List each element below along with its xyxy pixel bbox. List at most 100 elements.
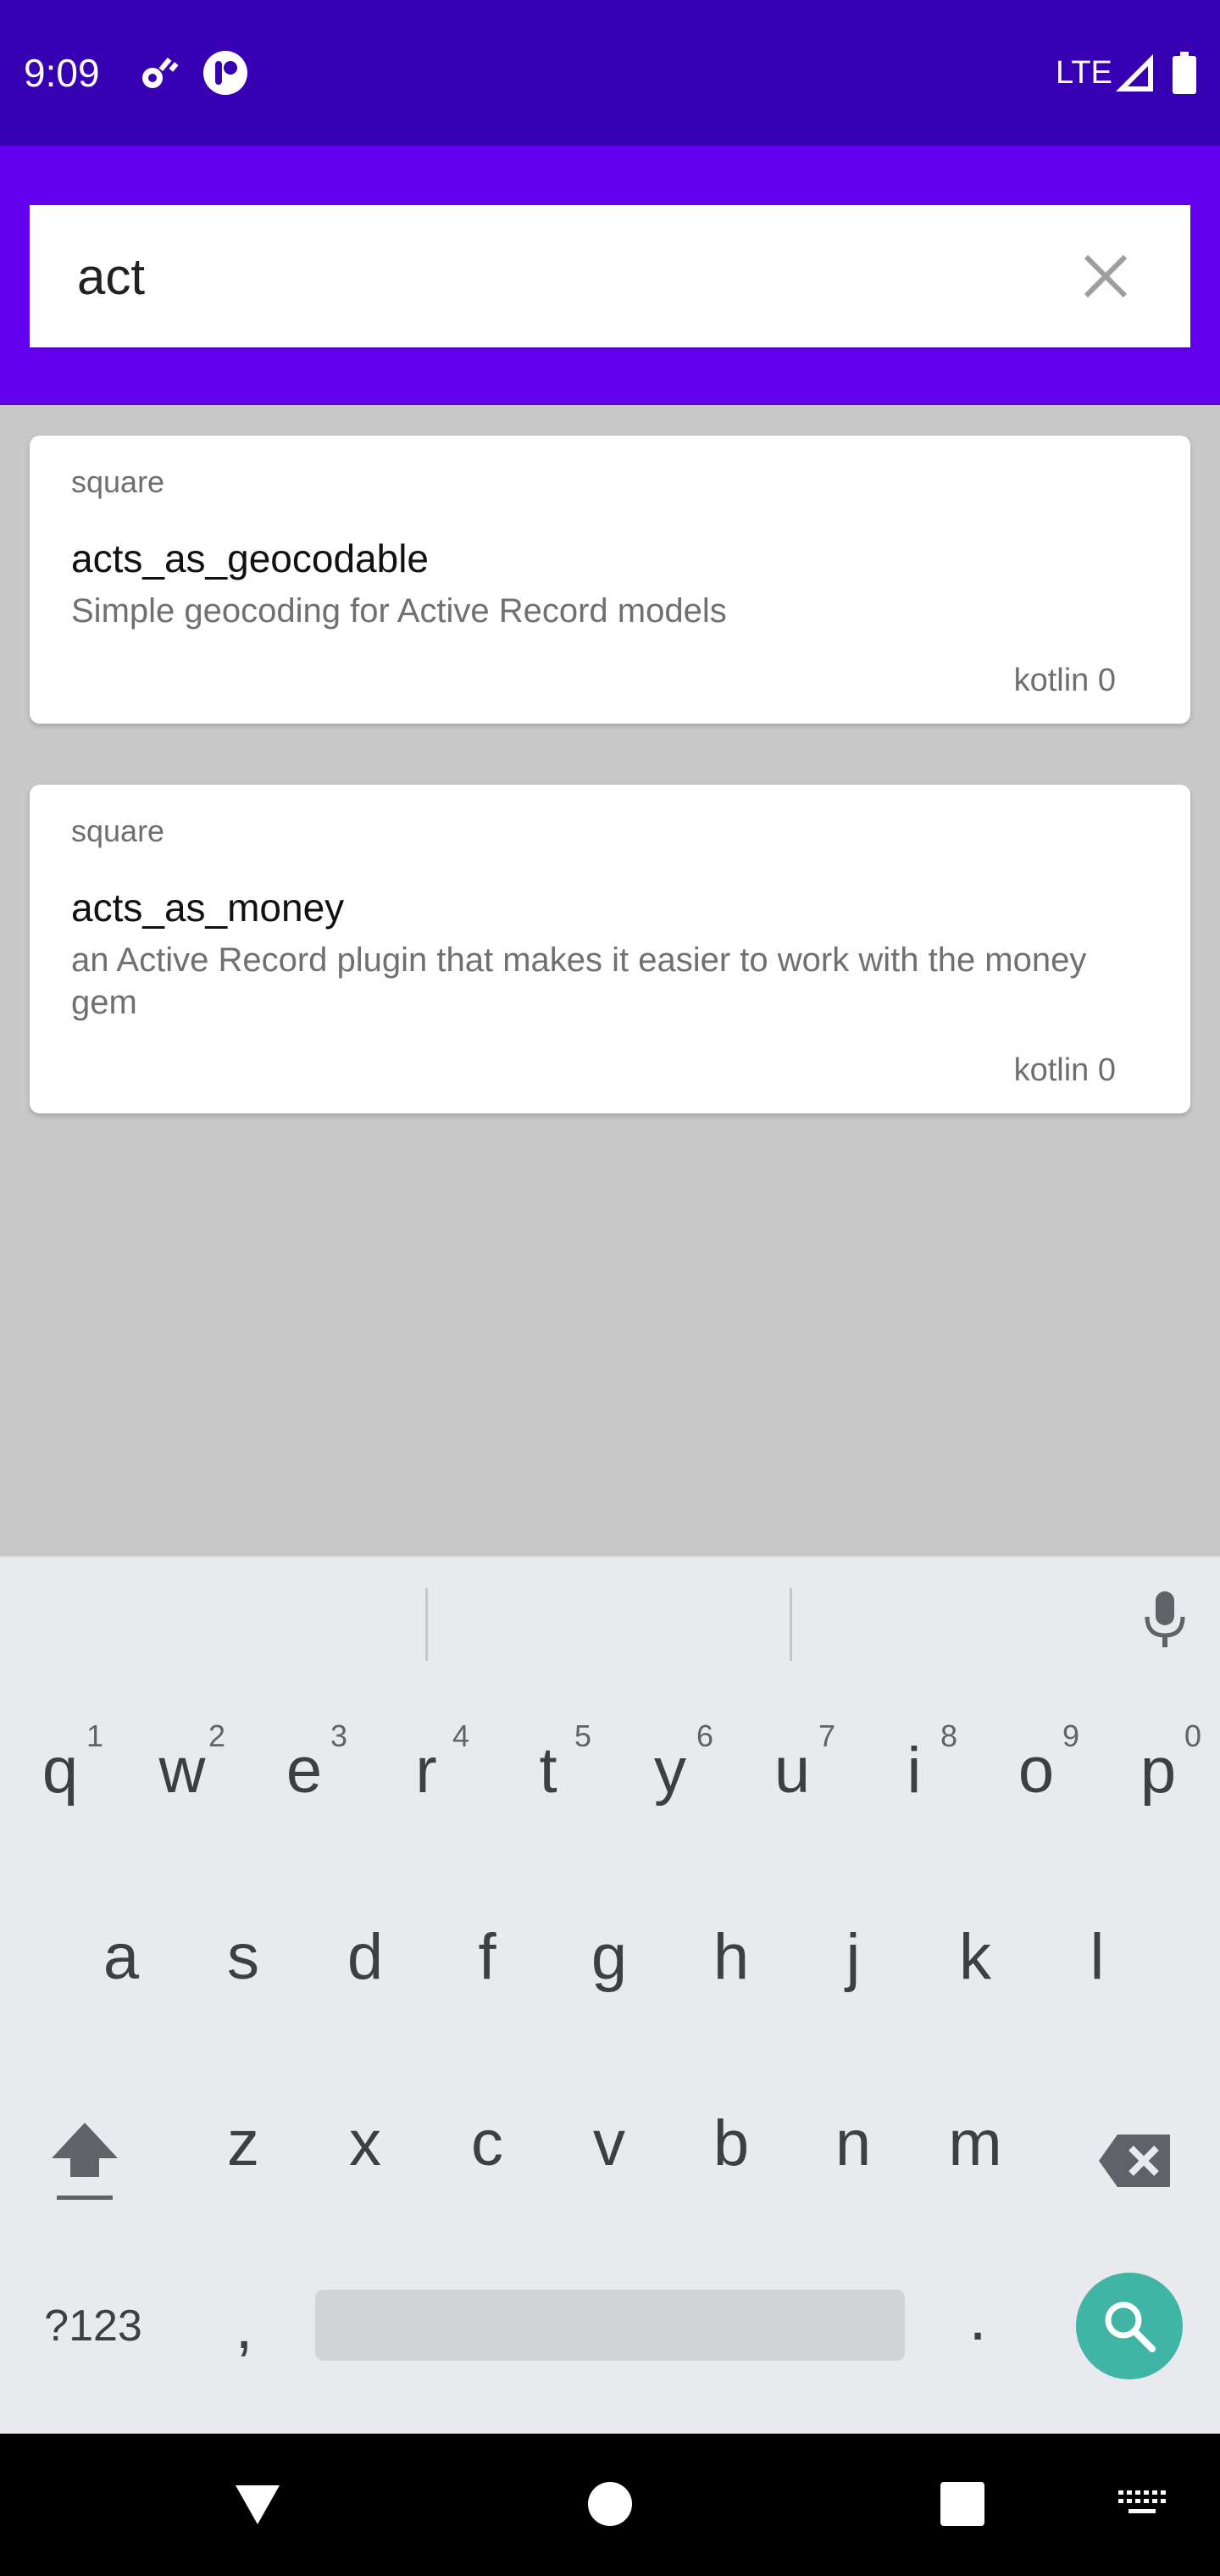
key-label: f (478, 1920, 496, 1993)
battery-icon (1169, 47, 1200, 98)
key-number-hint: 7 (818, 1718, 835, 1753)
home-button[interactable] (574, 2466, 646, 2542)
space-key[interactable] (315, 2290, 905, 2361)
shift-icon (52, 2123, 118, 2200)
signal-icon (1113, 47, 1156, 98)
key-number-hint: 9 (1062, 1718, 1079, 1753)
key-h[interactable]: h (685, 1893, 778, 2020)
recents-button[interactable] (927, 2466, 998, 2542)
mic-icon (1145, 1591, 1185, 1647)
key-e[interactable]: e3 (258, 1707, 351, 1834)
key-label: p (1140, 1734, 1177, 1807)
key-q[interactable]: q1 (14, 1707, 107, 1834)
key-label: h (713, 1920, 750, 1993)
key-number-hint: 8 (940, 1718, 957, 1753)
key-label: i (907, 1734, 922, 1807)
mic-button[interactable] (1135, 1586, 1195, 1654)
suggestion-divider (425, 1588, 428, 1661)
key-label: k (959, 1920, 991, 1993)
key-label: s (227, 1920, 259, 1993)
home-icon (588, 2482, 632, 2526)
key-u[interactable]: u7 (746, 1707, 839, 1834)
key-k[interactable]: k (929, 1893, 1022, 2020)
key-label: e (286, 1734, 323, 1807)
repo-owner: square (71, 464, 165, 499)
repo-description: an Active Record plugin that makes it ea… (71, 941, 1087, 1021)
key-label: w (158, 1734, 206, 1807)
repo-owner: square (71, 813, 165, 848)
key-l[interactable]: l (1051, 1893, 1144, 2020)
key-y[interactable]: y6 (624, 1707, 717, 1834)
search-input[interactable] (77, 234, 1043, 319)
key-x[interactable]: x (319, 2079, 412, 2207)
repo-description: Simple geocoding for Active Record model… (71, 592, 727, 630)
search-icon (1105, 2301, 1156, 2352)
key-n[interactable]: n (807, 2079, 900, 2207)
key-o[interactable]: o9 (990, 1707, 1083, 1834)
key-i[interactable]: i8 (868, 1707, 961, 1834)
repo-card[interactable]: square acts_as_money an Active Record pl… (30, 785, 1190, 1113)
repo-name: acts_as_geocodable (71, 536, 429, 580)
key-number-hint: 6 (696, 1718, 713, 1753)
key-t[interactable]: t5 (502, 1707, 595, 1834)
key-r[interactable]: r4 (380, 1707, 473, 1834)
comma-key[interactable]: , (210, 2279, 278, 2373)
backspace-icon (1099, 2135, 1170, 2187)
keyboard-switch-button[interactable] (1106, 2466, 1178, 2542)
settings-sync-icon (136, 47, 183, 98)
key-label: a (103, 1920, 140, 1993)
key-label: r (415, 1734, 437, 1807)
key-p[interactable]: p0 (1112, 1707, 1205, 1834)
key-b[interactable]: b (685, 2079, 778, 2207)
key-number-hint: 0 (1184, 1718, 1201, 1753)
key-j[interactable]: j (807, 1893, 900, 2020)
key-label: o (1018, 1734, 1055, 1807)
key-label: t (539, 1734, 557, 1807)
key-label: x (349, 2107, 381, 2179)
key-label: v (593, 2107, 625, 2179)
key-c[interactable]: c (441, 2079, 534, 2207)
status-bar: 9:09 LTE (0, 0, 1220, 146)
key-label: u (774, 1734, 811, 1807)
key-m[interactable]: m (929, 2079, 1022, 2207)
key-d[interactable]: d (319, 1893, 412, 2020)
key-f[interactable]: f (441, 1893, 534, 2020)
key-label: q (42, 1734, 79, 1807)
key-s[interactable]: s (197, 1893, 290, 2020)
recents-icon (940, 2482, 984, 2526)
key-number-hint: 1 (86, 1718, 103, 1753)
repo-language-stars: kotlin 0 (1013, 1052, 1116, 1088)
key-label: n (835, 2107, 872, 2179)
search-box[interactable] (30, 205, 1190, 347)
clear-search-button[interactable] (1072, 242, 1140, 310)
suggestion-divider (790, 1588, 792, 1661)
shift-key[interactable] (34, 2101, 136, 2220)
key-z[interactable]: z (197, 2079, 290, 2207)
period-key[interactable]: . (944, 2271, 1012, 2364)
repo-card[interactable]: square acts_as_geocodable Simple geocodi… (30, 436, 1190, 724)
key-number-hint: 5 (574, 1718, 591, 1753)
key-label: j (846, 1920, 861, 1993)
key-g[interactable]: g (563, 1893, 656, 2020)
back-button[interactable] (222, 2466, 293, 2542)
key-number-hint: 3 (330, 1718, 347, 1753)
suggestion-bar (0, 1557, 1220, 1678)
back-icon (236, 2485, 280, 2524)
key-number-hint: 2 (208, 1718, 225, 1753)
key-label: g (591, 1920, 628, 1993)
network-type: LTE (1056, 55, 1112, 91)
key-label: c (471, 2107, 503, 2179)
key-w[interactable]: w2 (136, 1707, 229, 1834)
repo-language-stars: kotlin 0 (1013, 663, 1116, 698)
key-label: l (1090, 1920, 1105, 1993)
key-a[interactable]: a (75, 1893, 168, 2020)
status-time: 9:09 (24, 51, 100, 95)
app-notification-icon (200, 47, 251, 98)
key-number-hint: 4 (452, 1718, 469, 1753)
symbols-key[interactable]: ?123 (25, 2279, 161, 2373)
search-key[interactable] (1076, 2273, 1183, 2379)
key-label: z (227, 2107, 259, 2179)
backspace-key[interactable] (1093, 2101, 1178, 2220)
keyboard-switch-icon (1118, 2490, 1166, 2513)
key-v[interactable]: v (563, 2079, 656, 2207)
